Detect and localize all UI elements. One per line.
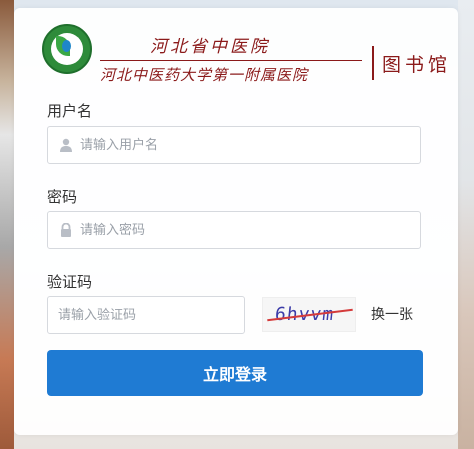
captcha-input[interactable] (58, 297, 238, 333)
hospital-emblem-icon (42, 24, 92, 74)
username-label: 用户名 (47, 102, 93, 120)
hospital-affiliation: 河北中医药大学第一附属医院 (100, 66, 309, 84)
username-field[interactable] (47, 126, 421, 164)
drop-icon (62, 40, 71, 52)
password-label: 密码 (47, 188, 78, 206)
header-divider-line (100, 60, 362, 61)
captcha-label: 验证码 (47, 273, 93, 291)
library-name: 图书馆 (382, 54, 452, 76)
header-vertical-separator (372, 46, 374, 80)
lock-icon (61, 223, 71, 237)
password-input[interactable] (80, 212, 410, 248)
header-logo: 河北省中医院 河北中医药大学第一附属医院 图书馆 (42, 16, 447, 86)
refresh-captcha-link[interactable]: 换一张 (371, 304, 413, 324)
password-field[interactable] (47, 211, 421, 249)
background-right-decoration (458, 0, 474, 449)
captcha-field[interactable] (47, 296, 245, 334)
captcha-image[interactable]: 6hvvm (262, 297, 356, 332)
background-left-decoration (0, 0, 14, 449)
user-icon (60, 138, 72, 152)
login-button[interactable]: 立即登录 (47, 350, 423, 396)
username-input[interactable] (80, 127, 410, 163)
hospital-name: 河北省中医院 (150, 37, 270, 57)
